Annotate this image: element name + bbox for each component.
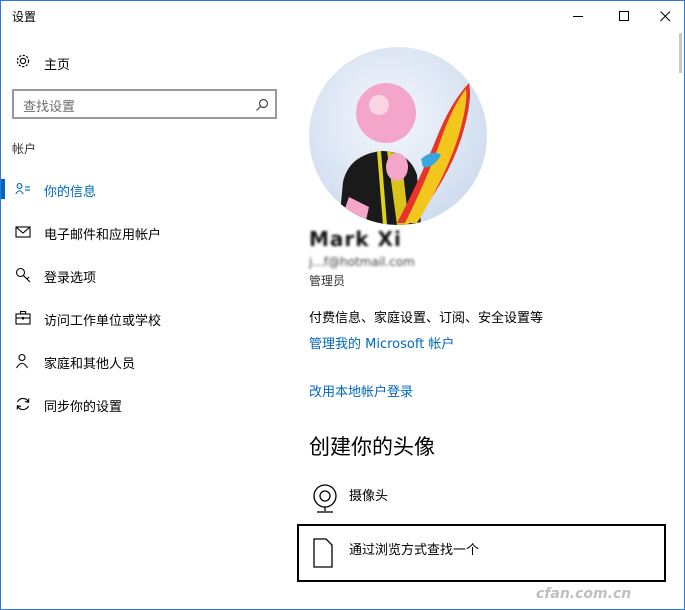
- sidebar-item-label: 登录选项: [44, 271, 97, 286]
- key-icon: [15, 267, 31, 287]
- window-title: 设置: [12, 10, 37, 24]
- sidebar-item-label: 家庭和其他人员: [44, 357, 136, 372]
- watermark: cfan.com.cn: [536, 586, 632, 602]
- briefcase-icon: [15, 310, 31, 330]
- browse-for-one-button[interactable]: 通过浏览方式查找一个: [297, 524, 666, 582]
- main-panel: Mark Xi j...f@hotmail.com 管理员 付费信息、家庭设置、…: [293, 31, 684, 609]
- webcam-icon: [311, 484, 339, 518]
- sidebar-item-home[interactable]: 主页: [1, 49, 293, 75]
- sync-icon: [15, 396, 31, 416]
- maximize-button[interactable]: [601, 1, 647, 31]
- sidebar-item-email-accounts[interactable]: 电子邮件和应用帐户: [1, 215, 293, 249]
- minimize-icon: [572, 15, 583, 17]
- sidebar-item-your-info[interactable]: 你的信息: [1, 172, 293, 206]
- document-icon: [313, 538, 333, 572]
- search-input[interactable]: 查找设置: [12, 89, 277, 119]
- gear-icon: [15, 53, 31, 73]
- scrollbar[interactable]: [679, 33, 682, 73]
- camera-label: 摄像头: [349, 489, 389, 504]
- sidebar-item-label: 电子邮件和应用帐户: [44, 228, 162, 243]
- camera-button[interactable]: 摄像头: [309, 481, 669, 521]
- surfer-avatar-image: [339, 83, 470, 225]
- section-label-accounts: 帐户: [12, 142, 37, 156]
- sidebar-item-family[interactable]: 家庭和其他人员: [1, 344, 293, 378]
- account-role: 管理员: [309, 274, 346, 288]
- sidebar-item-home-label: 主页: [44, 58, 71, 73]
- sidebar: 主页 查找设置 帐户 你的信息 电子邮件和应用帐户 登录选项 访问工作单位或学校…: [1, 31, 293, 609]
- settings-window: 设置 主页 查找设置 帐户 你的信息 电子邮件和应用帐户 登录选项 访问工作单位…: [0, 0, 685, 610]
- account-email: j...f@hotmail.com: [309, 255, 415, 269]
- active-indicator: [1, 179, 5, 199]
- people-icon: [15, 353, 31, 373]
- sidebar-item-label: 同步你的设置: [44, 400, 123, 415]
- search-icon[interactable]: [255, 97, 269, 116]
- minimize-button[interactable]: [555, 1, 601, 31]
- close-button[interactable]: [642, 1, 684, 31]
- sidebar-item-label: 你的信息: [44, 185, 97, 200]
- sidebar-item-label: 访问工作单位或学校: [44, 314, 162, 329]
- person-card-icon: [15, 181, 31, 201]
- billing-info-text: 付费信息、家庭设置、订阅、安全设置等: [309, 311, 544, 326]
- search-placeholder: 查找设置: [23, 100, 76, 115]
- close-icon: [659, 10, 670, 21]
- sidebar-item-sync[interactable]: 同步你的设置: [1, 387, 293, 421]
- account-username: Mark Xi: [309, 227, 402, 251]
- title-bar: 设置: [1, 1, 684, 31]
- mail-icon: [15, 224, 31, 244]
- manage-microsoft-account-link[interactable]: 管理我的 Microsoft 帐户: [309, 333, 454, 352]
- create-avatar-heading: 创建你的头像: [309, 435, 435, 459]
- account-avatar: [309, 47, 487, 225]
- sidebar-item-work-or-school[interactable]: 访问工作单位或学校: [1, 301, 293, 335]
- sign-in-local-account-link[interactable]: 改用本地帐户登录: [309, 381, 413, 400]
- sidebar-item-sign-in-options[interactable]: 登录选项: [1, 258, 293, 292]
- maximize-icon: [618, 10, 629, 21]
- browse-label: 通过浏览方式查找一个: [349, 543, 480, 558]
